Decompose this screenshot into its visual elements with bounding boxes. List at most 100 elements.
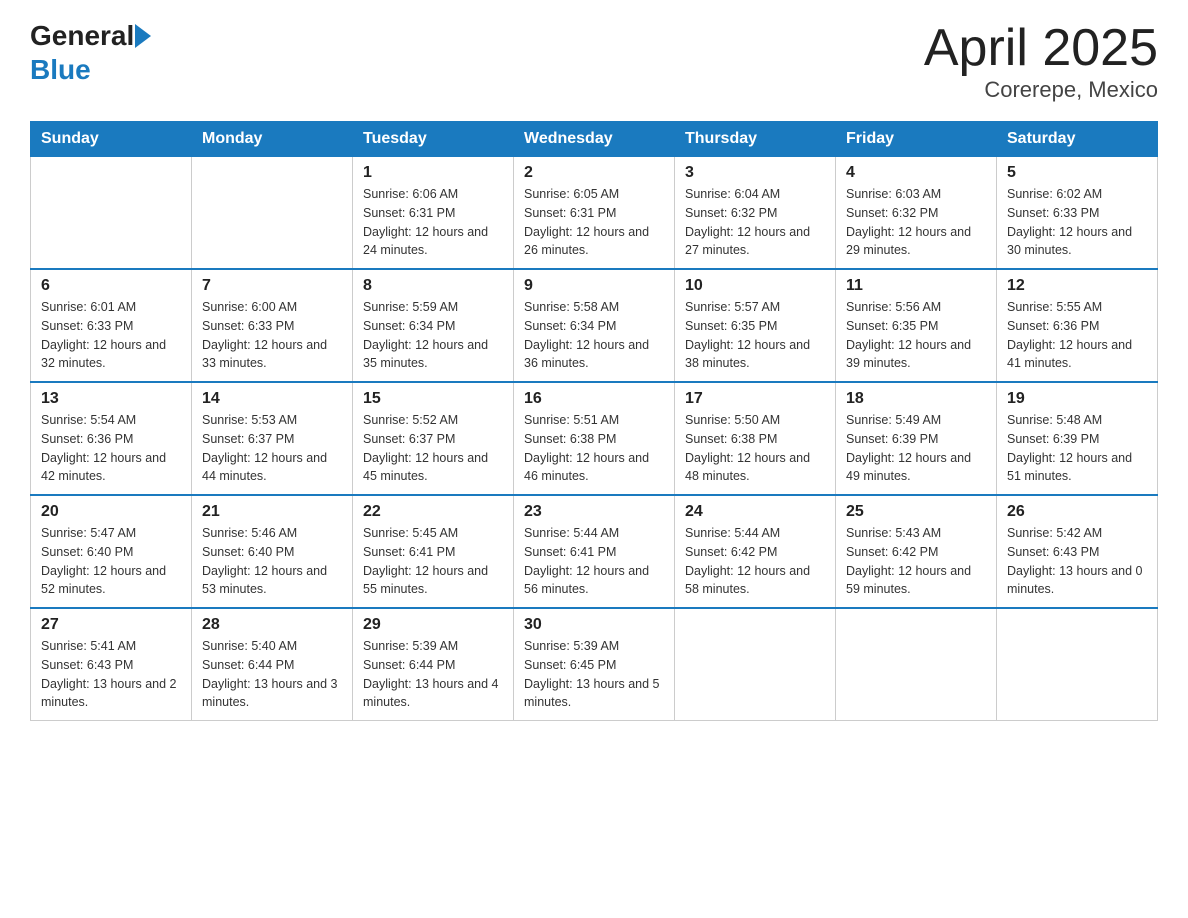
calendar-week-row: 27 Sunrise: 5:41 AMSunset: 6:43 PMDayligh…	[31, 608, 1158, 721]
calendar-cell: 10 Sunrise: 5:57 AMSunset: 6:35 PMDayligh…	[675, 269, 836, 382]
day-info: Sunrise: 5:55 AMSunset: 6:36 PMDaylight:…	[1007, 298, 1147, 373]
location-subtitle: Corerepe, Mexico	[924, 77, 1158, 103]
day-info: Sunrise: 5:54 AMSunset: 6:36 PMDaylight:…	[41, 411, 181, 486]
day-number: 21	[202, 503, 342, 521]
col-header-monday: Monday	[192, 122, 353, 157]
calendar-cell: 5 Sunrise: 6:02 AMSunset: 6:33 PMDaylight…	[997, 157, 1158, 270]
calendar-cell: 1 Sunrise: 6:06 AMSunset: 6:31 PMDaylight…	[353, 157, 514, 270]
logo-triangle-icon	[135, 24, 151, 48]
calendar-cell: 7Sunrise: 6:00 AMSunset: 6:33 PMDaylight…	[192, 269, 353, 382]
calendar-header-row: SundayMondayTuesdayWednesdayThursdayFrid…	[31, 122, 1158, 157]
day-info: Sunrise: 5:46 AMSunset: 6:40 PMDaylight:…	[202, 524, 342, 599]
day-number: 10	[685, 277, 825, 295]
day-info: Sunrise: 5:39 AMSunset: 6:44 PMDaylight:…	[363, 637, 503, 712]
day-info: Sunrise: 5:44 AMSunset: 6:41 PMDaylight:…	[524, 524, 664, 599]
day-number: 11	[846, 277, 986, 295]
day-number: 24	[685, 503, 825, 521]
day-number: 26	[1007, 503, 1147, 521]
day-info: Sunrise: 5:53 AMSunset: 6:37 PMDaylight:…	[202, 411, 342, 486]
calendar-week-row: 20Sunrise: 5:47 AMSunset: 6:40 PMDayligh…	[31, 495, 1158, 608]
day-number: 22	[363, 503, 503, 521]
day-info: Sunrise: 5:41 AMSunset: 6:43 PMDaylight:…	[41, 637, 181, 712]
calendar-cell: 9Sunrise: 5:58 AMSunset: 6:34 PMDaylight…	[514, 269, 675, 382]
col-header-sunday: Sunday	[31, 122, 192, 157]
day-info: Sunrise: 6:06 AMSunset: 6:31 PMDaylight:…	[363, 185, 503, 260]
day-info: Sunrise: 5:45 AMSunset: 6:41 PMDaylight:…	[363, 524, 503, 599]
day-number: 20	[41, 503, 181, 521]
day-number: 12	[1007, 277, 1147, 295]
day-number: 30	[524, 616, 664, 634]
day-info: Sunrise: 5:59 AMSunset: 6:34 PMDaylight:…	[363, 298, 503, 373]
day-info: Sunrise: 5:56 AMSunset: 6:35 PMDaylight:…	[846, 298, 986, 373]
calendar-cell: 23 Sunrise: 5:44 AMSunset: 6:41 PMDayligh…	[514, 495, 675, 608]
calendar-cell: 12 Sunrise: 5:55 AMSunset: 6:36 PMDayligh…	[997, 269, 1158, 382]
day-info: Sunrise: 6:04 AMSunset: 6:32 PMDaylight:…	[685, 185, 825, 260]
calendar-cell: 25 Sunrise: 5:43 AMSunset: 6:42 PMDayligh…	[836, 495, 997, 608]
day-info: Sunrise: 5:49 AMSunset: 6:39 PMDaylight:…	[846, 411, 986, 486]
calendar-cell: 11 Sunrise: 5:56 AMSunset: 6:35 PMDayligh…	[836, 269, 997, 382]
calendar-cell: 21 Sunrise: 5:46 AMSunset: 6:40 PMDayligh…	[192, 495, 353, 608]
day-info: Sunrise: 5:43 AMSunset: 6:42 PMDaylight:…	[846, 524, 986, 599]
calendar-cell: 26 Sunrise: 5:42 AMSunset: 6:43 PMDayligh…	[997, 495, 1158, 608]
logo-general-text: General	[30, 20, 134, 52]
day-number: 23	[524, 503, 664, 521]
day-info: Sunrise: 5:48 AMSunset: 6:39 PMDaylight:…	[1007, 411, 1147, 486]
calendar-cell: 30 Sunrise: 5:39 AMSunset: 6:45 PMDayligh…	[514, 608, 675, 721]
day-number: 19	[1007, 390, 1147, 408]
calendar-cell: 29 Sunrise: 5:39 AMSunset: 6:44 PMDayligh…	[353, 608, 514, 721]
day-info: Sunrise: 5:57 AMSunset: 6:35 PMDaylight:…	[685, 298, 825, 373]
day-number: 1	[363, 164, 503, 182]
logo-blue-text: Blue	[30, 54, 91, 86]
calendar-cell	[31, 157, 192, 270]
day-number: 4	[846, 164, 986, 182]
calendar-cell: 24 Sunrise: 5:44 AMSunset: 6:42 PMDayligh…	[675, 495, 836, 608]
calendar-cell: 15Sunrise: 5:52 AMSunset: 6:37 PMDayligh…	[353, 382, 514, 495]
day-number: 29	[363, 616, 503, 634]
calendar-cell: 20Sunrise: 5:47 AMSunset: 6:40 PMDayligh…	[31, 495, 192, 608]
calendar-cell: 4Sunrise: 6:03 AMSunset: 6:32 PMDaylight…	[836, 157, 997, 270]
calendar-cell	[192, 157, 353, 270]
col-header-thursday: Thursday	[675, 122, 836, 157]
calendar-cell: 16Sunrise: 5:51 AMSunset: 6:38 PMDayligh…	[514, 382, 675, 495]
day-number: 27	[41, 616, 181, 634]
day-info: Sunrise: 5:42 AMSunset: 6:43 PMDaylight:…	[1007, 524, 1147, 599]
month-year-title: April 2025	[924, 20, 1158, 77]
day-number: 18	[846, 390, 986, 408]
calendar-cell: 13Sunrise: 5:54 AMSunset: 6:36 PMDayligh…	[31, 382, 192, 495]
calendar-week-row: 13Sunrise: 5:54 AMSunset: 6:36 PMDayligh…	[31, 382, 1158, 495]
day-info: Sunrise: 5:50 AMSunset: 6:38 PMDaylight:…	[685, 411, 825, 486]
day-number: 5	[1007, 164, 1147, 182]
calendar-cell: 27 Sunrise: 5:41 AMSunset: 6:43 PMDayligh…	[31, 608, 192, 721]
day-info: Sunrise: 5:52 AMSunset: 6:37 PMDaylight:…	[363, 411, 503, 486]
calendar-cell: 2 Sunrise: 6:05 AMSunset: 6:31 PMDaylight…	[514, 157, 675, 270]
col-header-tuesday: Tuesday	[353, 122, 514, 157]
day-number: 17	[685, 390, 825, 408]
day-info: Sunrise: 5:39 AMSunset: 6:45 PMDaylight:…	[524, 637, 664, 712]
day-number: 25	[846, 503, 986, 521]
day-info: Sunrise: 5:58 AMSunset: 6:34 PMDaylight:…	[524, 298, 664, 373]
day-info: Sunrise: 6:05 AMSunset: 6:31 PMDaylight:…	[524, 185, 664, 260]
day-number: 28	[202, 616, 342, 634]
title-block: April 2025 Corerepe, Mexico	[924, 20, 1158, 103]
calendar-cell: 28 Sunrise: 5:40 AMSunset: 6:44 PMDayligh…	[192, 608, 353, 721]
calendar-week-row: 6 Sunrise: 6:01 AMSunset: 6:33 PMDaylight…	[31, 269, 1158, 382]
day-number: 8	[363, 277, 503, 295]
col-header-saturday: Saturday	[997, 122, 1158, 157]
calendar-week-row: 1 Sunrise: 6:06 AMSunset: 6:31 PMDaylight…	[31, 157, 1158, 270]
calendar-cell: 3 Sunrise: 6:04 AMSunset: 6:32 PMDaylight…	[675, 157, 836, 270]
calendar-cell: 6 Sunrise: 6:01 AMSunset: 6:33 PMDaylight…	[31, 269, 192, 382]
logo: General Blue	[30, 20, 151, 86]
day-number: 6	[41, 277, 181, 295]
day-number: 14	[202, 390, 342, 408]
day-info: Sunrise: 5:40 AMSunset: 6:44 PMDaylight:…	[202, 637, 342, 712]
day-number: 7	[202, 277, 342, 295]
day-info: Sunrise: 6:01 AMSunset: 6:33 PMDaylight:…	[41, 298, 181, 373]
calendar-cell: 8 Sunrise: 5:59 AMSunset: 6:34 PMDaylight…	[353, 269, 514, 382]
day-info: Sunrise: 5:51 AMSunset: 6:38 PMDaylight:…	[524, 411, 664, 486]
col-header-friday: Friday	[836, 122, 997, 157]
day-info: Sunrise: 6:02 AMSunset: 6:33 PMDaylight:…	[1007, 185, 1147, 260]
day-number: 2	[524, 164, 664, 182]
day-number: 3	[685, 164, 825, 182]
day-info: Sunrise: 5:44 AMSunset: 6:42 PMDaylight:…	[685, 524, 825, 599]
calendar-table: SundayMondayTuesdayWednesdayThursdayFrid…	[30, 121, 1158, 721]
